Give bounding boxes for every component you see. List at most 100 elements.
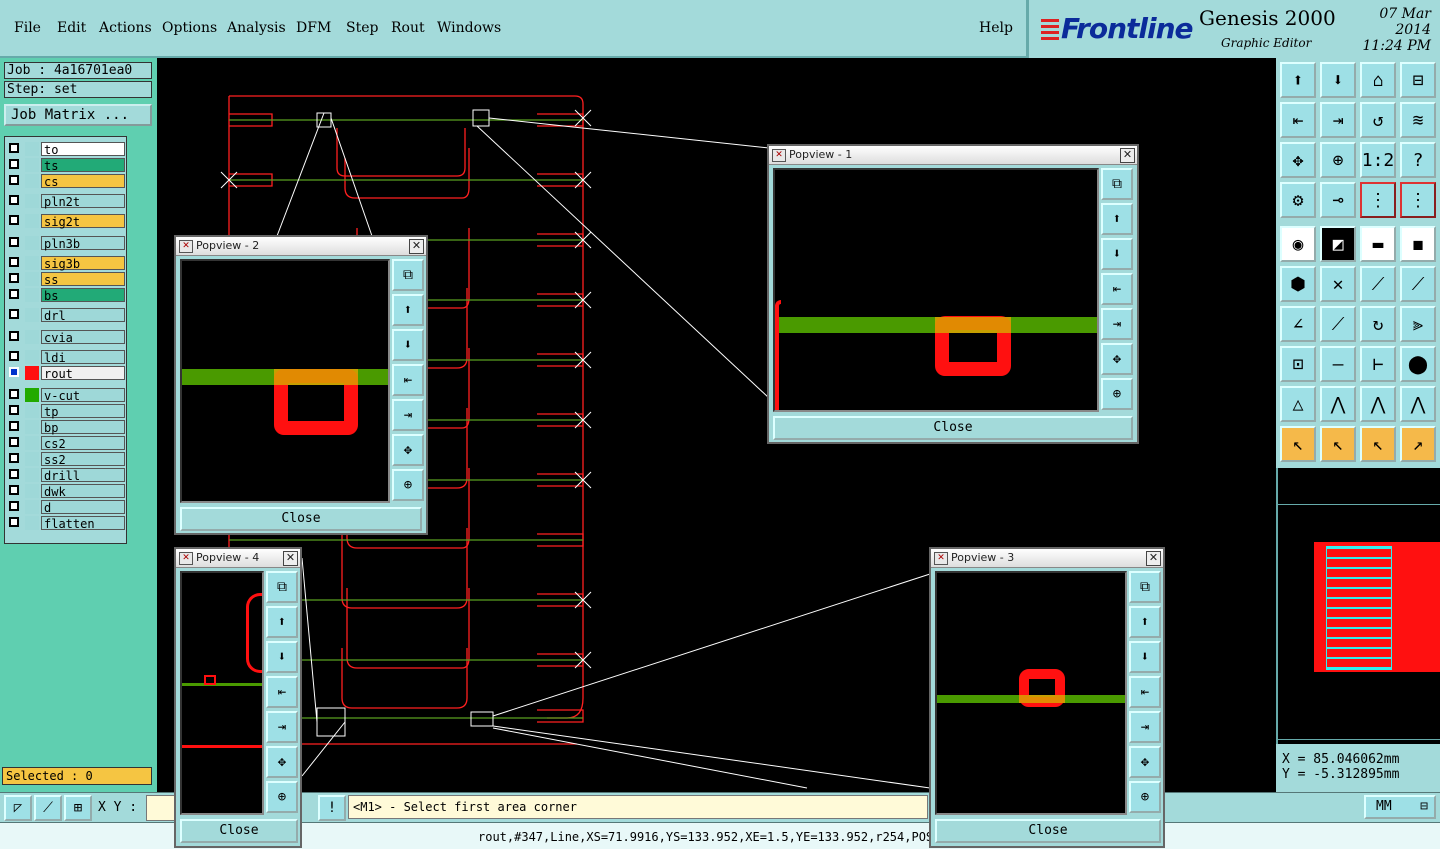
layer-down-icon[interactable]: ⋮ (1400, 182, 1436, 218)
shapes-icon[interactable]: ⬤ (1400, 346, 1436, 382)
layer-checkbox[interactable] (9, 195, 19, 205)
undo-icon[interactable]: ↺ (1360, 102, 1396, 138)
layer-checkbox[interactable] (9, 289, 19, 299)
layer-checkbox[interactable] (9, 405, 19, 415)
layer-row-pln3b[interactable]: pln3b (7, 236, 125, 251)
menu-dfm[interactable]: DFM (296, 20, 331, 36)
close-icon[interactable]: ✕ (1146, 551, 1161, 566)
popview-4-canvas[interactable] (180, 571, 264, 815)
zoom-area-icon[interactable]: ◸ (4, 795, 32, 821)
popview-window-icon[interactable]: ⧉ (266, 571, 298, 603)
popview-2-titlebar[interactable]: ✕ Popview - 2 ✕ (176, 237, 426, 256)
layer-checkbox[interactable] (9, 237, 19, 247)
layer-color-swatch[interactable] (25, 350, 39, 364)
popview-left-icon[interactable]: ⇤ (1101, 273, 1133, 305)
popview-1[interactable]: ✕ Popview - 1 ✕ ⧉ ⬆ ⬇ ⇤ ⇥ ✥ ⊕ Close (767, 144, 1139, 444)
net-icon[interactable]: ⬢ (1280, 266, 1316, 302)
layer-row-to[interactable]: to (7, 142, 125, 157)
layer-color-swatch[interactable] (25, 288, 39, 302)
menu-rout[interactable]: Rout (391, 20, 425, 36)
arc-3-icon[interactable]: ⋀ (1400, 386, 1436, 422)
layer-row-cs[interactable]: cs (7, 174, 125, 189)
draw-line-icon[interactable]: ⟋ (1320, 306, 1356, 342)
layer-checkbox[interactable] (9, 485, 19, 495)
layer-color-swatch[interactable] (25, 436, 39, 450)
window-icon[interactable]: ⊟ (1400, 62, 1436, 98)
popview-2[interactable]: ✕ Popview - 2 ✕ ⧉ ⬆ ⬇ ⇤ ⇥ ✥ ⊕ Close (174, 235, 428, 535)
layer-row-cs2[interactable]: cs2 (7, 436, 125, 451)
popview-up-icon[interactable]: ⬆ (1101, 203, 1133, 235)
layer-up-icon[interactable]: ⋮ (1360, 182, 1396, 218)
layer-color-swatch[interactable] (25, 404, 39, 418)
layer-name[interactable]: rout (41, 366, 125, 381)
layer-color-swatch[interactable] (25, 214, 39, 228)
layer-checkbox[interactable] (9, 367, 19, 377)
popview-right-icon[interactable]: ⇥ (1101, 308, 1133, 340)
add-pad-icon[interactable]: ⊡ (1280, 346, 1316, 382)
pointer-2-icon[interactable]: ↖ (1320, 426, 1356, 462)
layer-color-swatch[interactable] (25, 366, 39, 380)
layer-row-d[interactable]: d (7, 500, 125, 515)
arc-2-icon[interactable]: ⋀ (1360, 386, 1396, 422)
popview-window-icon[interactable]: ⧉ (392, 259, 424, 291)
settings-icon[interactable]: ⚙ (1280, 182, 1316, 218)
menu-file[interactable]: File (14, 20, 41, 36)
pointer-4-icon[interactable]: ↗ (1400, 426, 1436, 462)
ruler-icon[interactable]: ▬ (1360, 226, 1396, 262)
rotate-icon[interactable]: ↻ (1360, 306, 1396, 342)
layer-name[interactable]: ldi (41, 350, 125, 365)
layer-row-sig3b[interactable]: sig3b (7, 256, 125, 271)
popview-3-titlebar[interactable]: ✕ Popview - 3 ✕ (931, 549, 1163, 568)
layer-name[interactable]: sig2t (41, 214, 125, 229)
popview-2-close-button[interactable]: Close (180, 507, 422, 531)
layer-row-sig2t[interactable]: sig2t (7, 214, 125, 229)
triangle-icon[interactable]: △ (1280, 386, 1316, 422)
layer-color-swatch[interactable] (25, 272, 39, 286)
layer-row-drl[interactable]: drl (7, 308, 125, 323)
close-icon[interactable]: ✕ (409, 239, 424, 254)
popview-fit-icon[interactable]: ✥ (266, 746, 298, 778)
layer-color-swatch[interactable] (25, 388, 39, 402)
layer-checkbox[interactable] (9, 309, 19, 319)
menu-help[interactable]: Help (979, 20, 1013, 36)
popview-fit-icon[interactable]: ✥ (392, 434, 424, 466)
layer-row-ts[interactable]: ts (7, 158, 125, 173)
layer-color-swatch[interactable] (25, 452, 39, 466)
overview-map[interactable] (1276, 468, 1440, 744)
xy-input[interactable] (146, 795, 176, 821)
layer-name[interactable]: d (41, 500, 125, 515)
layer-checkbox[interactable] (9, 501, 19, 511)
layer-checkbox[interactable] (9, 351, 19, 361)
layer-name[interactable]: ts (41, 158, 125, 173)
layer-row-ss2[interactable]: ss2 (7, 452, 125, 467)
layer-checkbox[interactable] (9, 257, 19, 267)
layer-name[interactable]: tp (41, 404, 125, 419)
menu-edit[interactable]: Edit (57, 20, 86, 36)
layer-row-ss[interactable]: ss (7, 272, 125, 287)
layer-name[interactable]: cs2 (41, 436, 125, 451)
line-icon[interactable]: ⟋ (1360, 266, 1396, 302)
scale-icon[interactable]: 1:2 (1360, 142, 1396, 178)
arc-icon[interactable]: ⋀ (1320, 386, 1356, 422)
layer-name[interactable]: to (41, 142, 125, 157)
popview-right-icon[interactable]: ⇥ (1129, 711, 1161, 743)
layer-row-bp[interactable]: bp (7, 420, 125, 435)
layer-checkbox[interactable] (9, 331, 19, 341)
pointer-3-icon[interactable]: ↖ (1360, 426, 1396, 462)
menu-options[interactable]: Options (162, 20, 217, 36)
layer-color-swatch[interactable] (25, 142, 39, 156)
popview-up-icon[interactable]: ⬆ (392, 294, 424, 326)
layer-checkbox[interactable] (9, 143, 19, 153)
popview-right-icon[interactable]: ⇥ (392, 399, 424, 431)
popview-zoom-icon[interactable]: ⊕ (392, 469, 424, 501)
layer-color-swatch[interactable] (25, 420, 39, 434)
layer-checkbox[interactable] (9, 273, 19, 283)
probe-icon[interactable]: ⊸ (1320, 182, 1356, 218)
layer-name[interactable]: pln3b (41, 236, 125, 251)
popview-up-icon[interactable]: ⬆ (266, 606, 298, 638)
layer-name[interactable]: ss2 (41, 452, 125, 467)
layer-color-swatch[interactable] (25, 236, 39, 250)
mirror-icon[interactable]: ⫸ (1400, 306, 1436, 342)
layer-name[interactable]: v-cut (41, 388, 125, 403)
popview-window-icon[interactable]: ⧉ (1101, 168, 1133, 200)
